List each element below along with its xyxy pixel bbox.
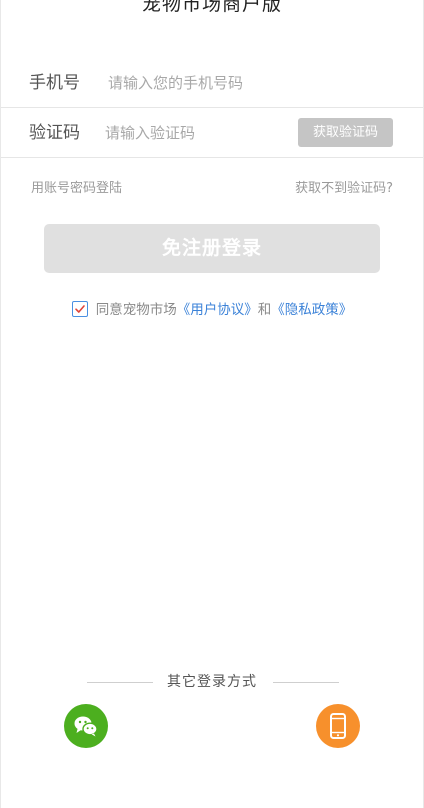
password-login-link[interactable]: 用账号密码登陆 bbox=[31, 177, 122, 196]
check-icon bbox=[74, 305, 85, 313]
privacy-policy-link[interactable]: 《隐私政策》 bbox=[271, 302, 352, 318]
phone-login-button[interactable] bbox=[316, 704, 360, 748]
code-input[interactable] bbox=[105, 120, 285, 146]
wechat-login-button[interactable] bbox=[64, 704, 108, 748]
no-code-link[interactable]: 获取不到验证码? bbox=[295, 177, 393, 196]
other-login-divider: 其它登录方式 bbox=[1, 673, 423, 693]
login-links: 用账号密码登陆 获取不到验证码? bbox=[1, 177, 423, 197]
login-button[interactable]: 免注册登录 bbox=[44, 224, 380, 273]
divider-right bbox=[273, 682, 339, 683]
phone-label: 手机号 bbox=[29, 73, 80, 93]
phone-row: 手机号 bbox=[1, 58, 423, 108]
code-row: 验证码 获取验证码 bbox=[1, 108, 423, 158]
login-screen: 宠物市场商户版 手机号 验证码 获取验证码 用账号密码登陆 获取不到验证码? 免… bbox=[0, 0, 424, 808]
get-code-button[interactable]: 获取验证码 bbox=[298, 118, 393, 147]
other-login-label: 其它登录方式 bbox=[167, 674, 257, 690]
agreement-prefix: 同意宠物市场 bbox=[95, 302, 177, 318]
code-label: 验证码 bbox=[29, 123, 80, 143]
agree-checkbox[interactable] bbox=[71, 301, 88, 317]
phone-icon bbox=[330, 713, 346, 739]
wechat-icon bbox=[74, 716, 98, 737]
page-title: 宠物市场商户版 bbox=[141, 0, 282, 15]
user-agreement-link[interactable]: 《用户协议》 bbox=[177, 302, 258, 318]
agreement-conjunction: 和 bbox=[257, 302, 272, 318]
agreement: 同意宠物市场《用户协议》和《隐私政策》 bbox=[1, 301, 423, 319]
phone-input[interactable] bbox=[108, 70, 388, 96]
